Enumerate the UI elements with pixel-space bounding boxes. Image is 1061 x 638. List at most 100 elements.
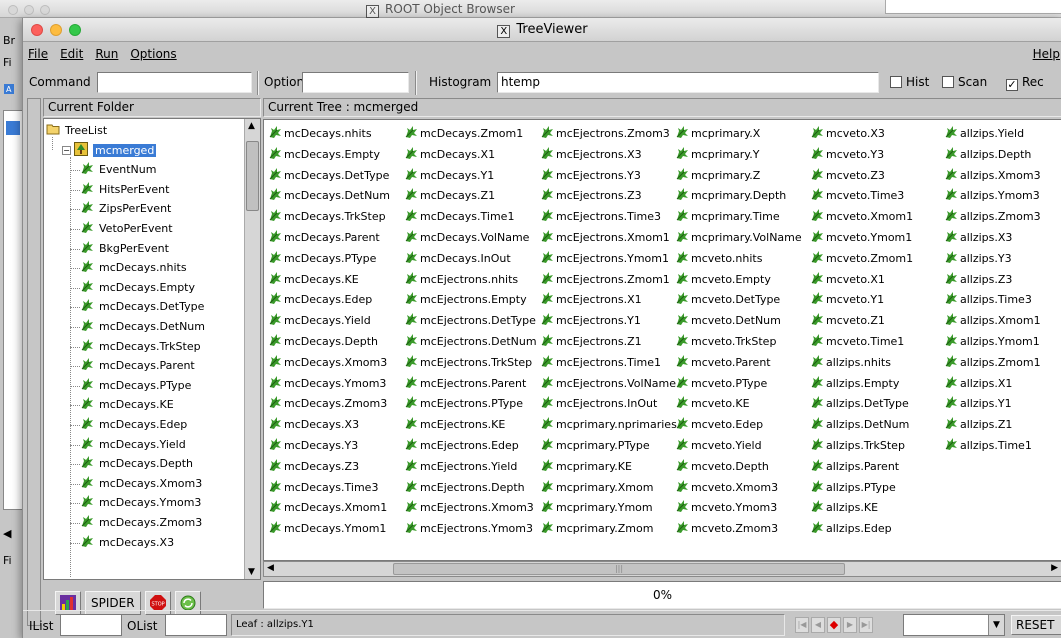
leaf-item[interactable]: allzips.DetNum bbox=[810, 415, 909, 434]
leaf-item[interactable]: mcEjectrons.KE bbox=[404, 415, 505, 434]
next-entry-button[interactable]: ▶ bbox=[843, 617, 857, 633]
tree-item[interactable]: ZipsPerEvent bbox=[80, 199, 171, 218]
tree-item[interactable]: mcDecays.Yield bbox=[80, 435, 186, 454]
leaf-item[interactable]: mcEjectrons.Zmom3 bbox=[540, 124, 670, 143]
leaf-item[interactable]: mcveto.X1 bbox=[810, 270, 885, 289]
scroll-down-arrow-icon[interactable]: ▼ bbox=[248, 567, 255, 577]
tree-item[interactable]: mcDecays.Parent bbox=[80, 356, 195, 375]
leaf-item[interactable]: allzips.Time3 bbox=[944, 290, 1032, 309]
leaf-item[interactable]: mcprimary.Zmom bbox=[540, 519, 653, 538]
leaf-item[interactable]: allzips.DetType bbox=[810, 394, 909, 413]
tree-item[interactable]: EventNum bbox=[80, 160, 156, 179]
ilist-input[interactable] bbox=[60, 614, 122, 636]
background-browser-list[interactable] bbox=[3, 110, 23, 510]
leaf-item[interactable]: mcEjectrons.Zmom1 bbox=[540, 270, 670, 289]
tree-item[interactable]: mcDecays.Edep bbox=[80, 415, 187, 434]
leaf-item[interactable]: mcveto.Y3 bbox=[810, 145, 884, 164]
leaf-item[interactable]: mcDecays.Time3 bbox=[268, 478, 378, 497]
leaf-item[interactable]: mcprimary.PType bbox=[540, 436, 650, 455]
leaf-item[interactable]: mcDecays.Edep bbox=[268, 290, 372, 309]
leaf-item[interactable]: mcveto.KE bbox=[675, 394, 750, 413]
leaf-item[interactable]: mcDecays.PType bbox=[268, 249, 376, 268]
tree-vertical-scrollbar[interactable]: ▲ ▼ bbox=[244, 119, 260, 579]
leaf-item[interactable]: mcprimary.Depth bbox=[675, 186, 786, 205]
tree-item[interactable]: mcDecays.Xmom3 bbox=[80, 474, 202, 493]
leaf-item[interactable]: mcveto.Zmom3 bbox=[675, 519, 778, 538]
leaf-item[interactable]: mcprimary.Z bbox=[675, 166, 760, 185]
scrollbar-thumb[interactable]: ||| bbox=[393, 563, 845, 575]
leaf-item[interactable]: mcEjectrons.Xmom1 bbox=[540, 228, 670, 247]
leaf-item[interactable]: allzips.PType bbox=[810, 478, 896, 497]
leaf-item[interactable]: mcDecays.Ymom1 bbox=[268, 519, 386, 538]
leaf-item[interactable]: mcEjectrons.nhits bbox=[404, 270, 518, 289]
hist-checkbox[interactable]: Hist bbox=[890, 75, 929, 89]
leaf-item[interactable]: mcEjectrons.Z1 bbox=[540, 332, 642, 351]
menu-help[interactable]: Help bbox=[1033, 47, 1060, 61]
command-input[interactable] bbox=[97, 72, 252, 93]
leaf-item[interactable]: mcEjectrons.Depth bbox=[404, 478, 525, 497]
leaf-item[interactable]: mcEjectrons.X1 bbox=[540, 290, 642, 309]
leaf-item[interactable]: mcveto.Xmom3 bbox=[675, 478, 778, 497]
reset-button[interactable]: RESET bbox=[1011, 615, 1061, 635]
leaf-item[interactable]: mcveto.Time1 bbox=[810, 332, 904, 351]
grid-horizontal-scrollbar[interactable]: ◀ ||| ▶ bbox=[263, 561, 1061, 577]
folder-tree[interactable]: TreeList − mcmerged EventNum HitsPerEvent Zip… bbox=[43, 118, 261, 580]
scan-checkbox[interactable]: Scan bbox=[942, 75, 987, 89]
leaf-item[interactable]: mcEjectrons.InOut bbox=[540, 394, 657, 413]
scan-checkbox-box[interactable] bbox=[942, 76, 954, 88]
leaf-item[interactable]: mcEjectrons.VolName bbox=[540, 374, 676, 393]
leaf-item[interactable]: allzips.Y3 bbox=[944, 249, 1012, 268]
leaf-item[interactable]: allzips.TrkStep bbox=[810, 436, 905, 455]
tree-item[interactable]: mcDecays.DetNum bbox=[80, 317, 205, 336]
leaf-item[interactable]: mcEjectrons.DetNum bbox=[404, 332, 537, 351]
leaf-item[interactable]: mcprimary.nprimaries bbox=[540, 415, 677, 434]
leaf-item[interactable]: mcEjectrons.DetType bbox=[404, 311, 536, 330]
tree-item[interactable]: mcDecays.TrkStep bbox=[80, 337, 201, 356]
leaf-item[interactable]: mcEjectrons.Empty bbox=[404, 290, 527, 309]
background-search-field[interactable] bbox=[885, 0, 1061, 14]
leaf-item[interactable]: mcDecays.VolName bbox=[404, 228, 529, 247]
scroll-right-arrow-icon[interactable]: ▶ bbox=[1051, 563, 1058, 573]
leaf-item[interactable]: mcprimary.KE bbox=[540, 457, 632, 476]
leaf-item[interactable]: mcDecays.Z3 bbox=[268, 457, 359, 476]
rec-checkbox-box[interactable]: ✓ bbox=[1006, 79, 1018, 91]
leaf-item[interactable]: mcveto.Time3 bbox=[810, 186, 904, 205]
leaf-item[interactable]: allzips.Z1 bbox=[944, 415, 1012, 434]
leaf-item[interactable]: mcprimary.Ymom bbox=[540, 498, 653, 517]
leaf-item[interactable]: mcDecays.Yield bbox=[268, 311, 371, 330]
leaf-item[interactable]: mcveto.Xmom1 bbox=[810, 207, 913, 226]
leaf-item[interactable]: allzips.Zmom3 bbox=[944, 207, 1041, 226]
tree-item[interactable]: mcDecays.Ymom3 bbox=[80, 493, 201, 512]
tree-item[interactable]: mcDecays.KE bbox=[80, 395, 174, 414]
leaf-item[interactable]: allzips.X3 bbox=[944, 228, 1012, 247]
leaf-item[interactable]: mcEjectrons.Parent bbox=[404, 374, 526, 393]
leaf-item[interactable]: mcDecays.X1 bbox=[404, 145, 495, 164]
leaf-item[interactable]: allzips.Edep bbox=[810, 519, 892, 538]
leaf-item[interactable]: mcprimary.Y bbox=[675, 145, 759, 164]
leaf-item[interactable]: mcveto.Y1 bbox=[810, 290, 884, 309]
record-button[interactable]: ◆ bbox=[827, 617, 841, 633]
leaf-grid[interactable]: mcDecays.nhits mcDecays.Empty mcDecays.Det… bbox=[263, 119, 1061, 561]
leaf-item[interactable]: mcEjectrons.TrkStep bbox=[404, 353, 532, 372]
background-toolbar-icon[interactable]: A bbox=[0, 83, 14, 97]
olist-input[interactable] bbox=[165, 614, 227, 636]
last-entry-button[interactable]: ▶| bbox=[859, 617, 873, 633]
leaf-item[interactable]: mcveto.X3 bbox=[810, 124, 885, 143]
tree-item[interactable]: mcDecays.X3 bbox=[80, 533, 174, 552]
leaf-item[interactable]: mcveto.nhits bbox=[675, 249, 762, 268]
leaf-item[interactable]: mcDecays.InOut bbox=[404, 249, 511, 268]
leaf-item[interactable]: mcDecays.X3 bbox=[268, 415, 359, 434]
leaf-item[interactable]: mcEjectrons.Yield bbox=[404, 457, 517, 476]
tree-item[interactable]: mcDecays.Depth bbox=[80, 454, 193, 473]
leaf-item[interactable]: mcDecays.Depth bbox=[268, 332, 378, 351]
leaf-item[interactable]: mcveto.DetType bbox=[675, 290, 780, 309]
leaf-item[interactable]: mcDecays.Z1 bbox=[404, 186, 495, 205]
leaf-item[interactable]: allzips.Yield bbox=[944, 124, 1024, 143]
leaf-item[interactable]: mcveto.Edep bbox=[675, 415, 763, 434]
tree-item[interactable]: mcDecays.Zmom3 bbox=[80, 513, 202, 532]
leaf-item[interactable]: mcveto.Empty bbox=[675, 270, 771, 289]
leaf-item[interactable]: mcDecays.Ymom3 bbox=[268, 374, 386, 393]
leaf-item[interactable]: mcveto.Z1 bbox=[810, 311, 885, 330]
leaf-item[interactable]: mcveto.DetNum bbox=[675, 311, 781, 330]
leaf-item[interactable]: mcDecays.Time1 bbox=[404, 207, 514, 226]
